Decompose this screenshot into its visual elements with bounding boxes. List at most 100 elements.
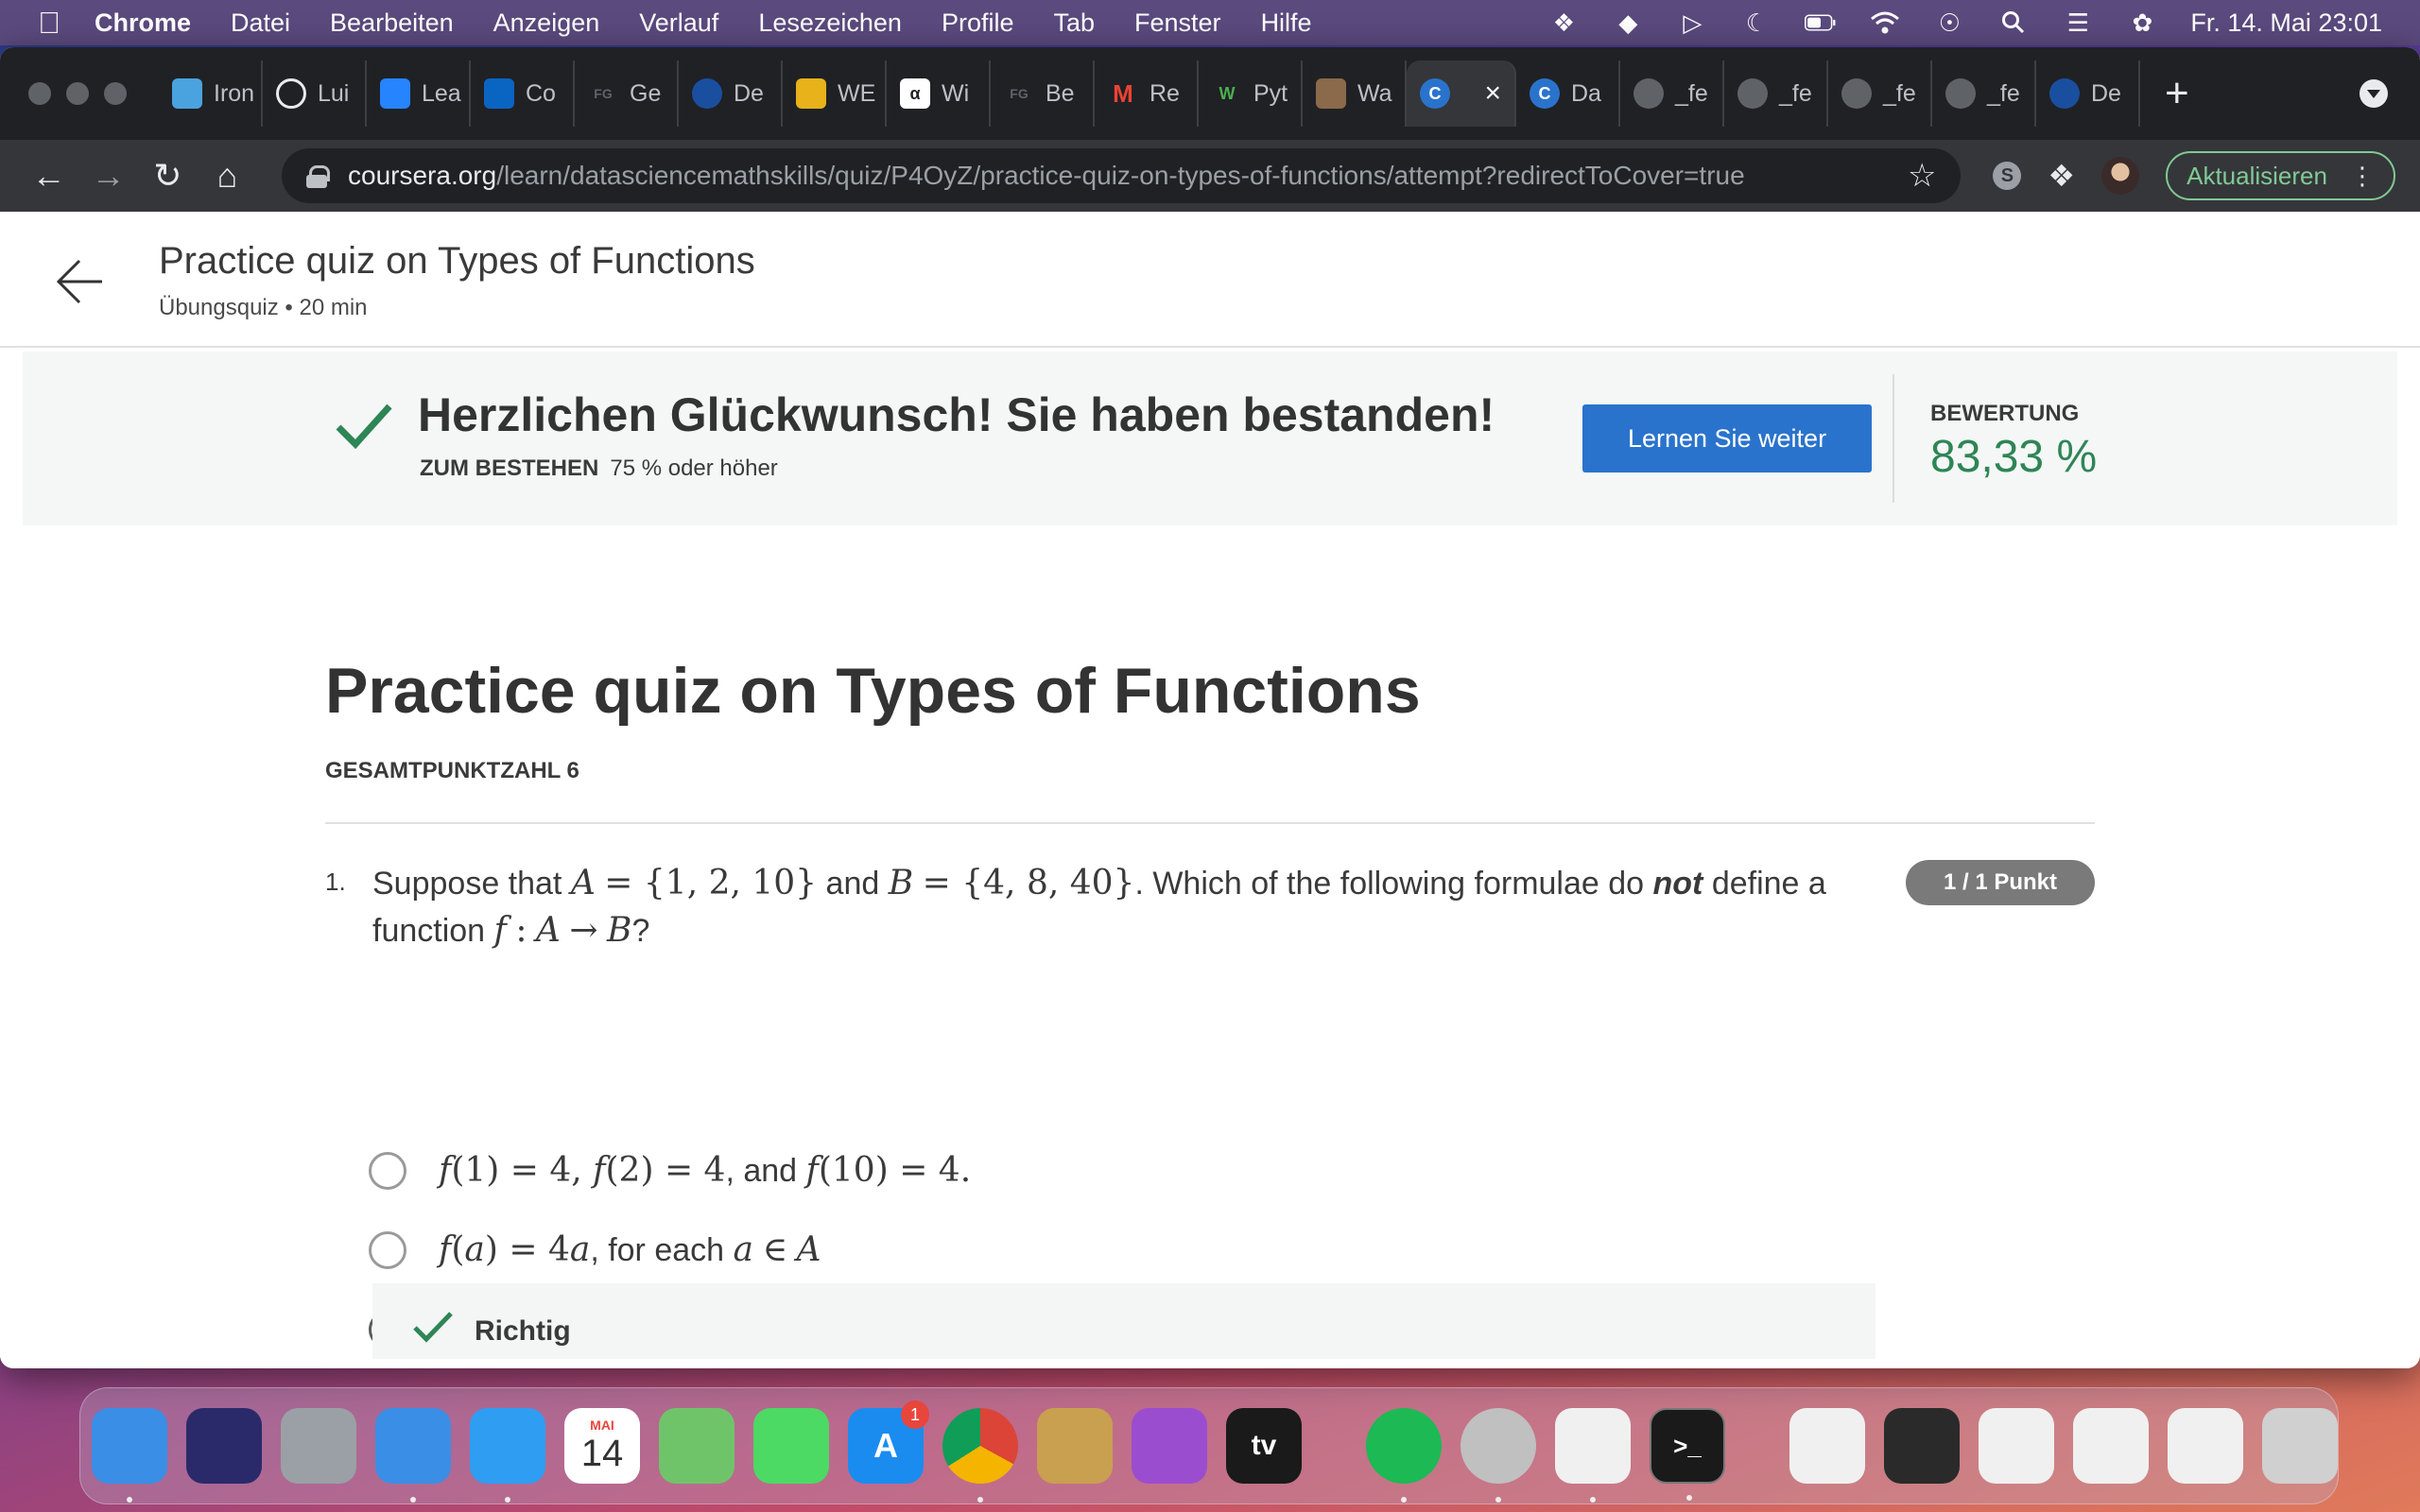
browser-tab[interactable]: _fe [1932,60,2036,127]
browser-tab[interactable]: Lui [263,60,367,127]
mail-icon[interactable] [375,1408,451,1503]
menu-bearbeiten[interactable]: Bearbeiten [330,9,454,38]
finder-icon[interactable] [92,1408,167,1503]
browser-tab[interactable]: _fe [1724,60,1828,127]
launchpad-icon[interactable] [281,1408,356,1484]
browser-tab[interactable]: Co [471,60,575,127]
menubar-clock[interactable]: Fr. 14. Mai 23:01 [2190,9,2382,38]
page-title: Practice quiz on Types of Functions [159,240,755,282]
siri-menubar-icon[interactable]: ✿ [2126,9,2158,37]
browser-tab[interactable]: W Pyt [1199,60,1303,127]
answer-option-label: f(a) = 4a, for each a ∈ A [439,1230,821,1269]
browser-tab[interactable]: FG Be [991,60,1095,127]
radio-button[interactable] [369,1151,406,1190]
trash-icon[interactable] [2262,1408,2338,1484]
more-menu-icon[interactable]: ⋮ [2350,162,2375,191]
moon-icon[interactable]: ☾ [1740,9,1772,37]
app-store-icon[interactable]: A1 [848,1400,929,1484]
screenshot-icon[interactable] [2073,1408,2149,1484]
globe-icon [1841,78,1872,109]
safari-icon[interactable] [470,1408,545,1503]
browser-tab[interactable]: α Wi [887,60,991,127]
question-number: 1. [325,868,346,896]
apple-tv-icon[interactable]: tv [1226,1408,1302,1484]
play-icon[interactable]: ▷ [1676,9,1708,37]
reload-icon[interactable]: ↻ [144,151,192,200]
lock-icon[interactable] [306,165,330,188]
forward-arrow-icon[interactable]: → [84,151,132,200]
update-button[interactable]: Aktualisieren ⋮ [2166,151,2395,200]
pass-value: 75 % oder höher [610,455,778,481]
messages-icon[interactable] [753,1408,829,1484]
browser-tab[interactable]: Wa [1303,60,1407,127]
tab-list: Iron Lui Lea Co FG Ge De WE α Wi FG Be M Re W Pyt Wa C × C D… [159,47,2140,140]
menu-fenster[interactable]: Fenster [1134,9,1221,38]
browser-tab[interactable]: FG Ge [575,60,679,127]
tab-active[interactable]: C × [1407,60,1516,127]
spotlight-search-icon[interactable] [1997,9,2030,37]
answer-option[interactable]: f(1) = 4, f(2) = 4, and f(10) = 4. [369,1151,971,1190]
menu-verlauf[interactable]: Verlauf [639,9,718,38]
chrome-icon[interactable] [942,1408,1018,1503]
menu-tab[interactable]: Tab [1053,9,1095,38]
menu-hilfe[interactable]: Hilfe [1261,9,1312,38]
menu-profile[interactable]: Profile [942,9,1014,38]
browser-tab[interactable]: De [2036,60,2140,127]
screenshot-icon[interactable] [1979,1408,2054,1484]
user-account-icon[interactable]: ☉ [1933,9,1965,37]
extensions-puzzle-icon[interactable]: ❖ [2048,158,2075,194]
spotify-icon[interactable] [1366,1408,1442,1503]
total-points: GESAMTPUNKTZAHL 6 [325,758,579,783]
back-arrow-icon[interactable]: ← [25,151,73,200]
radio-button[interactable] [369,1230,406,1269]
dropbox-icon[interactable]: ❖ [1547,9,1580,37]
continue-learning-button[interactable]: Lernen Sie weiter [1582,404,1872,472]
siri-icon[interactable] [186,1408,262,1484]
browser-tab[interactable]: Iron [159,60,263,127]
tab-search-chevron-icon[interactable] [2360,79,2388,108]
window-close-button[interactable] [28,82,51,105]
browser-tab[interactable]: C Da [1516,60,1620,127]
window-minimize-button[interactable] [66,82,89,105]
podcasts-icon[interactable] [1132,1408,1207,1484]
new-tab-plus-icon[interactable]: + [2165,70,2189,117]
document-icon[interactable] [1789,1408,1865,1484]
control-center-icon[interactable]: ☰ [2062,9,2094,37]
extension-s-icon[interactable]: S [1993,162,2022,190]
address-bar[interactable]: coursera.org/learn/datasciencemathskills… [282,148,1962,203]
screenshot-icon[interactable] [1884,1408,1960,1484]
screenshot-icon[interactable] [2168,1408,2243,1484]
browser-tab[interactable]: WE [783,60,887,127]
battery-icon[interactable] [1805,9,1837,37]
wifi-icon[interactable] [1869,9,1901,37]
window-zoom-button[interactable] [104,82,127,105]
numbers-icon[interactable] [1555,1408,1631,1503]
menu-lesezeichen[interactable]: Lesezeichen [758,9,902,38]
question-text: Suppose that A = {1, 2, 10} and B = {4, … [372,864,1826,950]
answer-option[interactable]: f(a) = 4a, for each a ∈ A [369,1230,821,1269]
maps-icon[interactable] [659,1408,735,1484]
terminal-icon[interactable]: >_ [1650,1408,1725,1501]
home-icon[interactable]: ⌂ [203,151,251,200]
browser-tab[interactable]: M Re [1095,60,1199,127]
bookmark-star-icon[interactable]: ☆ [1908,157,1936,195]
calendar-icon[interactable]: MAI 14 [564,1408,640,1484]
menu-anzeigen[interactable]: Anzeigen [493,9,600,38]
tab-label: Be [1046,79,1075,107]
menu-app-chrome[interactable]: Chrome [95,9,191,38]
profile-avatar[interactable] [2101,157,2140,195]
menu-datei[interactable]: Datei [231,9,290,38]
back-arrow-icon[interactable] [55,257,104,306]
disk-utility-icon[interactable] [1461,1408,1536,1503]
archive-utility-icon[interactable] [1037,1408,1113,1484]
browser-tab[interactable]: De [679,60,783,127]
banner-title: Herzlichen Glückwunsch! Sie haben bestan… [418,388,1495,441]
fg-icon: FG [1004,78,1034,109]
close-tab-icon[interactable]: × [1484,77,1501,110]
browser-tab[interactable]: _fe [1620,60,1724,127]
browser-tab[interactable]: _fe [1828,60,1932,127]
browser-tab[interactable]: Lea [367,60,471,127]
apple-menu-icon[interactable]:  [38,6,95,41]
answer-option-label: f(1) = 4, f(2) = 4, and f(10) = 4. [439,1151,972,1190]
extension-status-icon[interactable]: ◆ [1612,9,1644,37]
